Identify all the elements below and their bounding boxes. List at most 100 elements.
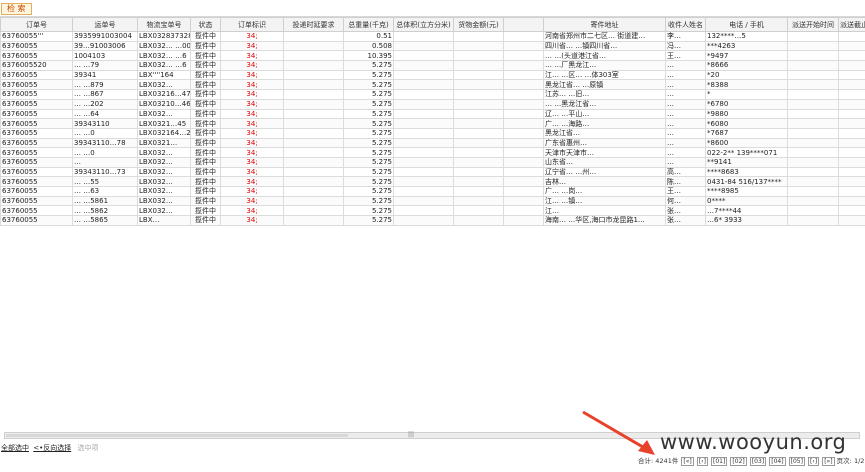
prev-page-button[interactable]: [‹] — [696, 457, 708, 466]
first-page-button[interactable]: [«] — [681, 457, 694, 466]
table-cell — [453, 137, 504, 149]
table-cell — [838, 40, 865, 52]
table-cell — [393, 186, 454, 197]
scrollbar-thumb[interactable] — [6, 434, 348, 437]
table-row[interactable]: 63760055 1004103 LBX032… …6 揽件中 34; 10.395 … …… — [0, 50, 865, 62]
table-cell — [453, 205, 504, 217]
total-count: 4241件 — [655, 457, 679, 465]
table-cell: 冯… — [665, 40, 706, 52]
table-cell — [503, 40, 544, 52]
table-cell: 63760055 — [0, 89, 73, 100]
table-row[interactable]: 63760055… …55 LBX032… 揽件中 34; 5.275 吉林… 陈… 0431… — [0, 176, 865, 187]
table-cell — [503, 108, 544, 120]
col-header[interactable]: 电话 / 手机 — [705, 17, 788, 32]
table-cell — [393, 118, 454, 129]
page-3-button[interactable]: [03] — [749, 457, 767, 466]
table-cell: 1004103 — [72, 50, 138, 62]
col-header[interactable]: 物流宝单号 — [137, 17, 191, 32]
table-cell: 揽件中 — [190, 118, 221, 129]
page-2-button[interactable]: [02] — [730, 457, 747, 466]
table-cell — [393, 31, 454, 42]
table-row[interactable]: 63760055 39343110 LBX0321…45 揽件中 34; 5.275 广… … — [0, 118, 865, 129]
table-cell: 34; — [220, 98, 284, 110]
table-cell: … …5865 — [72, 215, 138, 226]
table-cell: … …55 — [72, 176, 138, 187]
page-1-button[interactable]: [01] — [711, 457, 728, 466]
col-header[interactable]: 投递时延要求 — [283, 17, 344, 32]
table-cell: 揽件中 — [190, 156, 221, 168]
table-row[interactable]: 63760055… …5861 LBX032… 揽件中 34; 5.275 江… …镇… 何… — [0, 195, 865, 207]
table-cell — [503, 166, 544, 178]
table-cell: … — [665, 127, 706, 139]
table-cell: … …202 — [72, 98, 138, 110]
table-row[interactable]: 63760055… …0 LBX032… 揽件中 34; 5.275 天津市天津市…… 02… — [0, 147, 865, 158]
table-cell: 揽件中 — [190, 50, 221, 62]
table-cell: 34; — [220, 205, 284, 217]
table-cell: 5.275 — [343, 60, 394, 71]
table-row[interactable]: 63760055… …0LBX032164…2845揽件中34; 5.275 黑龙江… — [0, 127, 865, 139]
table-cell — [503, 147, 544, 158]
table-row[interactable]: 6376005520… …79 LBX032… …6 揽件中 34; 5.275 … …厂… — [0, 60, 865, 71]
table-cell: … …0 — [72, 127, 138, 139]
table-cell: 63760055 — [0, 98, 73, 110]
table-cell: ***4263 — [705, 40, 788, 52]
table-cell: ****8683 — [705, 166, 788, 178]
table-row[interactable]: 63760055… …867 LBX03216…47 揽件中 34; 5.275 江苏… … — [0, 89, 865, 100]
table-cell — [838, 205, 865, 217]
col-header[interactable] — [503, 17, 544, 32]
table-row[interactable]: 63760055… …64 LBX032… 揽件中 34; 5.275 辽… …平山…… *… — [0, 108, 865, 120]
table-cell — [283, 31, 344, 42]
table-cell: 天津市天津市… — [543, 147, 666, 158]
table-cell — [393, 50, 454, 62]
col-header[interactable]: 货物金额(元) — [453, 17, 504, 32]
col-header[interactable]: 总体积(立方分米) — [393, 17, 454, 32]
col-header[interactable]: 运单号 — [72, 17, 138, 32]
search-tab[interactable]: 检 索 — [1, 3, 32, 15]
table-row[interactable]: 63760055 39343110…78 LBX0321… 揽件中 34; 5.275 广东… — [0, 137, 865, 149]
table-cell: *6080 — [705, 118, 788, 129]
col-header[interactable]: 派送截止时间 — [838, 17, 865, 32]
table-cell — [283, 205, 344, 217]
col-header[interactable]: 总重量(千克) — [343, 17, 394, 32]
table-cell: 广东省惠州… — [543, 137, 666, 149]
col-header[interactable]: 订单号 — [0, 17, 73, 32]
table-cell — [838, 118, 865, 129]
next-page-button[interactable]: [›] — [808, 457, 820, 466]
table-cell: 63760055 — [0, 108, 73, 120]
col-header[interactable]: 寄件地址 — [543, 17, 666, 32]
page-4-button[interactable]: [04] — [769, 457, 786, 466]
col-header[interactable]: 派送开始时间 — [787, 17, 839, 32]
page-5-button[interactable]: [05] — [788, 457, 805, 466]
invert-selection-link[interactable]: <•反向选择 — [33, 444, 71, 452]
last-page-button[interactable]: [»] — [822, 457, 835, 466]
table-cell: 34; — [220, 195, 284, 207]
table-cell: 63760055 — [0, 205, 73, 217]
table-body: 63760055'''3935991003004LBX03283732838揽件… — [0, 31, 865, 226]
table-cell: 34; — [220, 137, 284, 149]
table-row[interactable]: 63760055 39…91003006 LBX032… …00 揽件中 34; 0.50… — [0, 40, 865, 52]
table-cell — [787, 50, 839, 62]
table-row[interactable]: 63760055… …5862 LBX032… 揽件中 34; 5.275 江… 张… …7*… — [0, 205, 865, 217]
table-row[interactable]: 63760055 39341 LBX''''164 揽件中 34; 5.275 江… …区…… — [0, 69, 865, 81]
table-row[interactable]: 63760055… …879 LBX032… 揽件中 34; 5.275 黑龙江省… …原… — [0, 79, 865, 91]
table-row[interactable]: 63760055… …202 LBX03210…46 揽件中 34; 5.275 … …黑… — [0, 98, 865, 110]
table-cell: 王… — [665, 50, 706, 62]
col-header[interactable]: 状态 — [190, 17, 221, 32]
table-row[interactable]: 63760055… …63 LBX032… 揽件中 34; 5.275 广… …岗… 王… *… — [0, 186, 865, 197]
table-cell — [283, 215, 344, 226]
table-row[interactable]: 63760055'''3935991003004LBX03283732838揽件… — [0, 31, 865, 42]
table-cell: 63760055 — [0, 50, 73, 62]
col-header[interactable]: 订单标识 — [220, 17, 284, 32]
table-cell — [838, 176, 865, 187]
table-cell: … …879 — [72, 79, 138, 91]
table-row[interactable]: 63760055… …5865 LBX… 揽件中 34; 5.275 海南… …华区,海口… — [0, 215, 865, 226]
table-cell: *8600 — [705, 137, 788, 149]
table-row[interactable]: 63760055 39343110…73 LBX032… 揽件中 34; 5.275 辽宁省… — [0, 166, 865, 178]
table-cell: 5.275 — [343, 166, 394, 178]
select-all-link[interactable]: 全部选中 — [1, 444, 29, 452]
table-cell: 63760055''' — [0, 31, 73, 42]
col-header[interactable]: 收件人姓名 — [665, 17, 706, 32]
table-cell — [283, 108, 344, 120]
table-row[interactable]: 63760055… LBX032… 揽件中 34; 5.275 山东省…… **9141 — [0, 156, 865, 168]
table-cell — [393, 166, 454, 178]
